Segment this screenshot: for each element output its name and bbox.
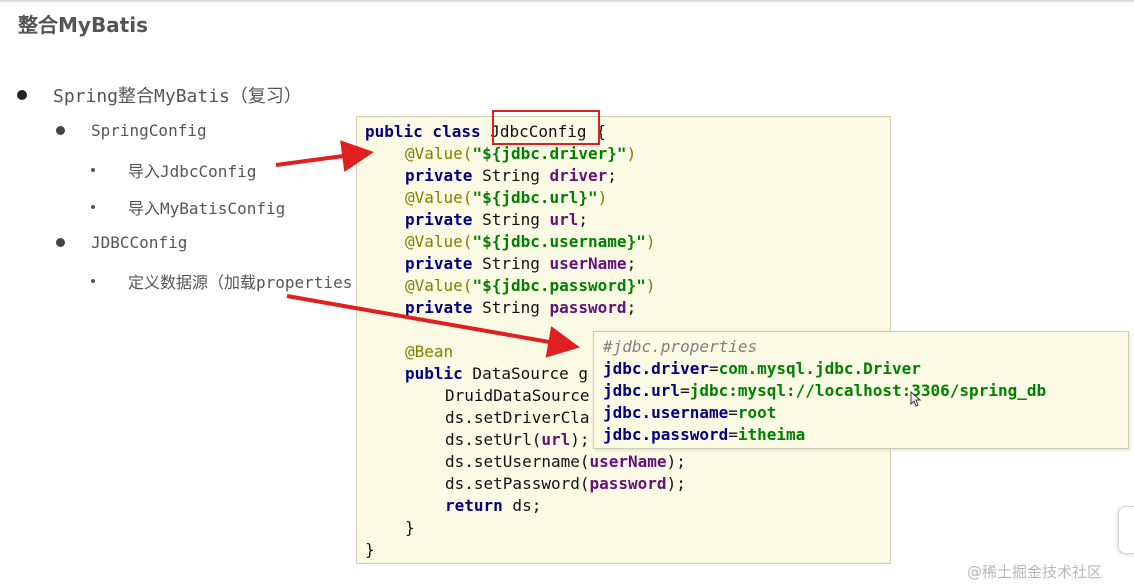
side-scroll-handle[interactable] (1118, 506, 1134, 554)
watermark: @稀土掘金技术社区 (967, 563, 1103, 581)
mouse-cursor-icon (910, 391, 922, 407)
arrow-to-properties (286, 294, 580, 358)
arrow-to-jdbcconfig (275, 140, 374, 173)
annotation-arrows (275, 140, 580, 358)
